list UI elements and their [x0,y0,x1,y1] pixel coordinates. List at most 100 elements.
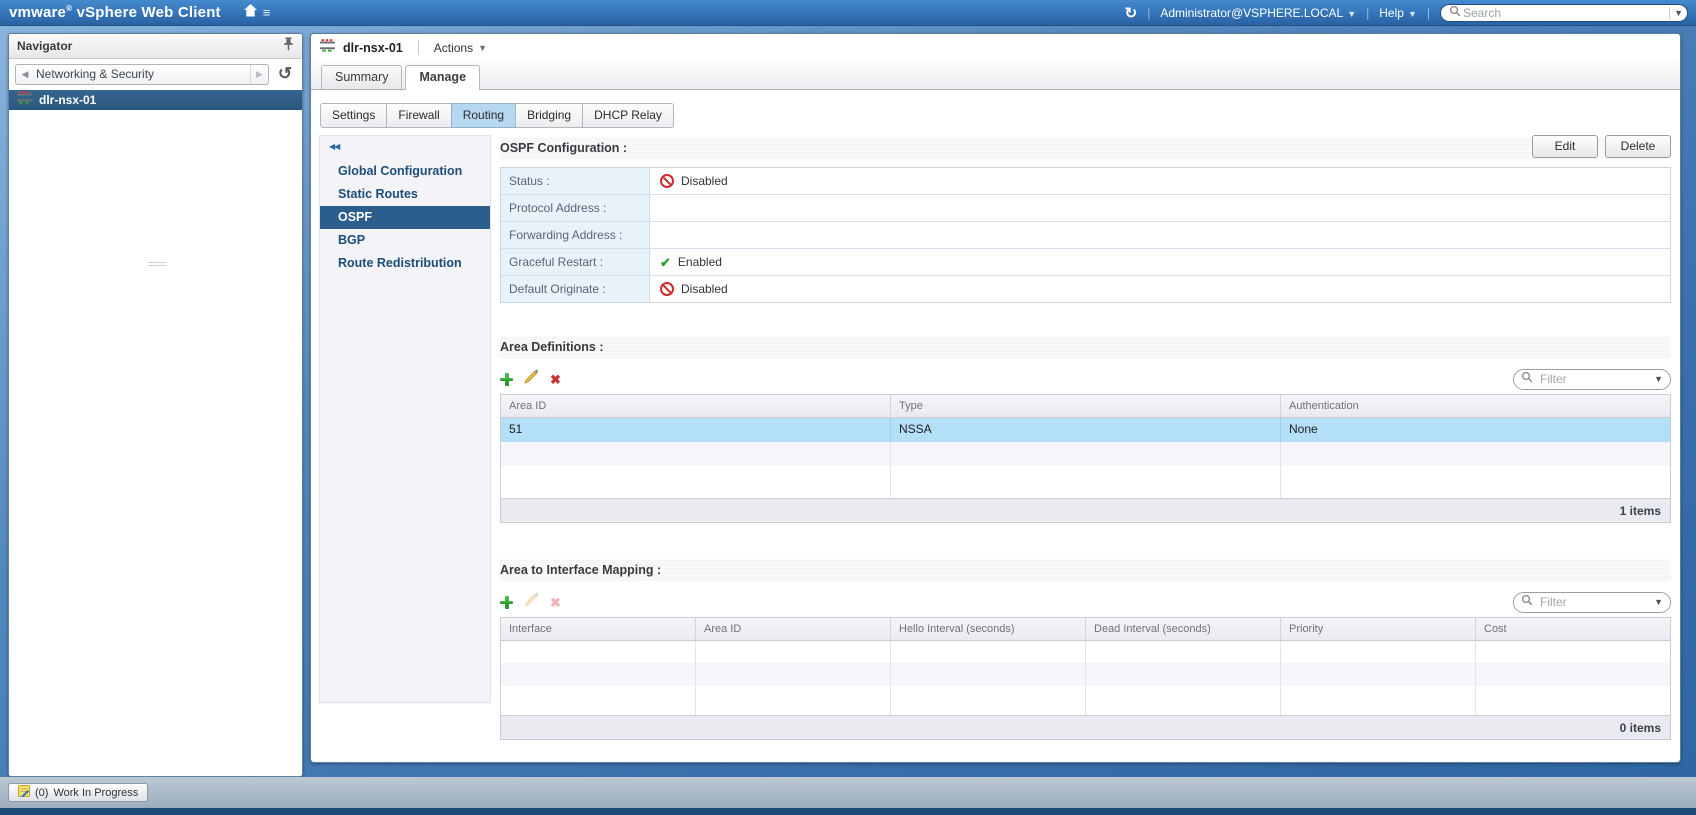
chevron-down-icon: ▼ [478,43,487,53]
delete-button[interactable]: Delete [1605,135,1671,158]
ospf-configuration-section: OSPF Configuration : Edit Delete [500,137,1671,159]
breadcrumb-label[interactable]: Networking & Security [34,67,250,81]
tab-manage[interactable]: Manage [405,65,480,90]
back-chevron-icon[interactable]: ◀ [16,65,34,84]
section-title: Area to Interface Mapping : [500,563,661,577]
table-cell [501,663,696,686]
history-icon[interactable]: ↺ [274,63,296,85]
table-cell [696,641,891,663]
routing-nav-bgp[interactable]: BGP [320,229,490,252]
filter-input[interactable] [1538,594,1649,610]
tab-summary[interactable]: Summary [321,65,402,89]
divider [418,40,419,55]
main-panel: dlr-nsx-01 Actions▼ SummaryManage Settin… [310,33,1681,763]
column-header-type[interactable]: Type [891,395,1281,417]
user-menu[interactable]: Administrator@VSPHERE.LOCAL▼ [1160,6,1356,20]
subtab-dhcp-relay[interactable]: DHCP Relay [582,103,674,128]
table-cell [1281,641,1476,663]
filter-box[interactable]: ▼ [1513,369,1671,390]
add-icon[interactable] [500,373,513,386]
area-mapping-table: InterfaceArea IDHello Interval (seconds)… [500,617,1671,740]
navigator-title: Navigator [17,39,72,53]
property-value: Disabled [650,168,1670,194]
add-icon[interactable] [500,596,513,609]
vsphere-web-client: vmware® vSphere Web Client ≡ ↻ | Adminis… [0,0,1696,815]
routing-nav-route-redistribution[interactable]: Route Redistribution [320,252,490,275]
table-cell [891,466,1281,498]
refresh-icon[interactable]: ↻ [1125,4,1138,22]
forward-chevron-icon[interactable]: ▶ [250,65,268,84]
search-input[interactable] [1461,5,1669,21]
property-value-text: Enabled [678,255,722,269]
column-header-cost[interactable]: Cost [1476,618,1670,640]
table-cell: NSSA [891,418,1281,442]
splitter-handle[interactable] [148,262,166,266]
help-menu[interactable]: Help▼ [1379,6,1417,20]
table-cell [1476,641,1670,663]
search-caret-icon[interactable]: ▼ [1669,7,1683,19]
search-box[interactable]: ▼ [1440,4,1688,22]
status-bar: (0) Work In Progress [0,777,1696,808]
table-header-row: InterfaceArea IDHello Interval (seconds)… [501,618,1670,641]
home-icon[interactable] [243,4,258,22]
topbar-separator: | [1366,6,1369,20]
subtab-firewall[interactable]: Firewall [386,103,451,128]
collapse-icon[interactable]: ◀◀ [329,142,490,151]
table-cell [501,466,891,498]
property-label: Protocol Address : [501,195,650,221]
filter-box[interactable]: ▼ [1513,592,1671,613]
edit-icon[interactable] [524,369,539,389]
table-cell [1086,641,1281,663]
table-cell [891,641,1086,663]
area-definitions-section: Area Definitions : [500,336,1671,358]
work-in-progress-badge[interactable]: (0) Work In Progress [8,783,148,802]
property-value-text: Disabled [681,174,728,188]
table-cell: 51 [501,418,891,442]
pin-icon[interactable] [283,37,294,56]
routing-nav-panel: ◀◀ Global ConfigurationStatic RoutesOSPF… [319,135,491,703]
status-disabled-icon [660,282,674,296]
column-header-area-id[interactable]: Area ID [696,618,891,640]
column-header-hello-interval-seconds[interactable]: Hello Interval (seconds) [891,618,1086,640]
bottom-strip [0,808,1696,815]
section-title: OSPF Configuration : [500,141,627,155]
routing-nav-global-configuration[interactable]: Global Configuration [320,160,490,183]
search-icon [1449,5,1461,20]
table-row[interactable]: 51NSSANone [501,418,1670,442]
tree-item-label: dlr-nsx-01 [39,93,96,107]
dlr-icon [17,91,33,109]
routing-nav-ospf[interactable]: OSPF [320,206,490,229]
filter-caret-icon[interactable]: ▼ [1654,597,1663,607]
column-header-area-id[interactable]: Area ID [501,395,891,417]
table-cell [501,442,891,466]
area-mapping-section: Area to Interface Mapping : [500,559,1671,581]
filter-input[interactable] [1538,371,1649,387]
search-icon [1521,370,1533,388]
routing-nav-static-routes[interactable]: Static Routes [320,183,490,206]
column-header-interface[interactable]: Interface [501,618,696,640]
empty-row [501,641,1670,663]
column-header-authentication[interactable]: Authentication [1281,395,1670,417]
property-label: Default Originate : [501,276,650,302]
filter-caret-icon[interactable]: ▼ [1654,374,1663,384]
subtab-settings[interactable]: Settings [320,103,387,128]
edit-button[interactable]: Edit [1532,135,1598,158]
property-label: Forwarding Address : [501,222,650,248]
tree-item-dlr-nsx-01[interactable]: dlr-nsx-01 [9,90,302,110]
status-enabled-icon: ✔ [660,256,671,269]
ospf-property-table: Status :DisabledProtocol Address :Forwar… [500,167,1671,303]
delete-icon[interactable]: ✖ [550,373,561,386]
table-cell [891,442,1281,466]
subtab-routing[interactable]: Routing [451,103,516,128]
actions-menu[interactable]: Actions▼ [434,41,487,55]
property-row-status: Status :Disabled [501,168,1670,195]
column-header-dead-interval-seconds[interactable]: Dead Interval (seconds) [1086,618,1281,640]
status-disabled-icon [660,174,674,188]
menu-icon[interactable]: ≡ [263,5,271,20]
table-cell [891,663,1086,686]
property-row-forwarding-address: Forwarding Address : [501,222,1670,249]
subtab-bridging[interactable]: Bridging [515,103,583,128]
table-cell [696,663,891,686]
column-header-priority[interactable]: Priority [1281,618,1476,640]
breadcrumb: ◀ Networking & Security ▶ [15,64,269,85]
